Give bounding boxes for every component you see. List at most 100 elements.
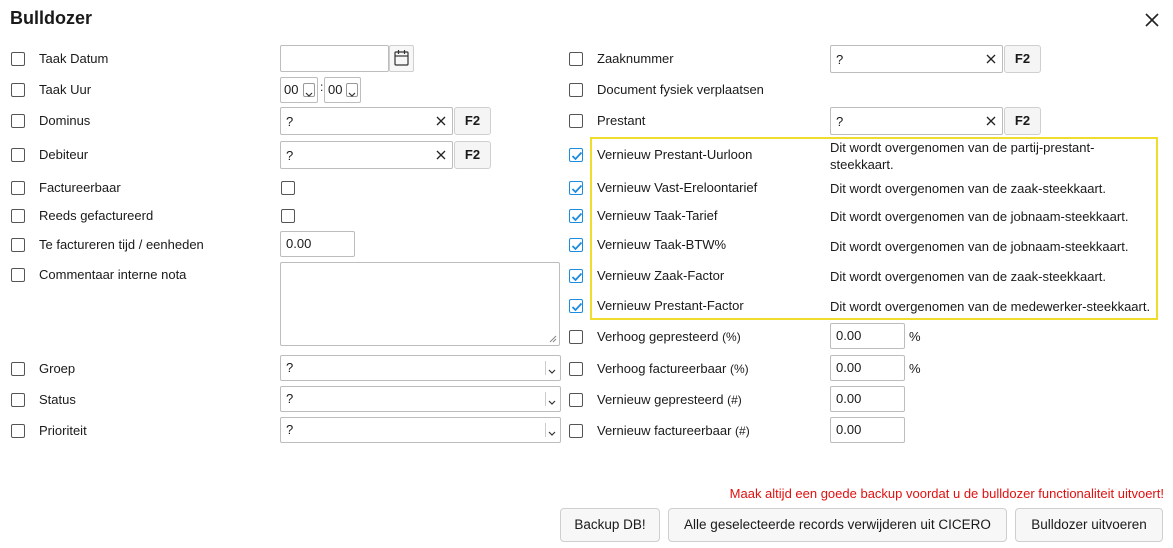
verhoog-factureerbaar-checkbox[interactable] bbox=[569, 362, 583, 376]
taak-datum-checkbox[interactable] bbox=[11, 52, 25, 66]
vernieuw-factureerbaar-input[interactable]: 0.00 bbox=[830, 417, 905, 443]
minute-value: 00 bbox=[328, 82, 343, 97]
label-text: Vernieuw gepresteerd bbox=[597, 392, 724, 407]
clear-icon[interactable] bbox=[434, 142, 448, 168]
calendar-button[interactable] bbox=[389, 45, 414, 72]
checkmark-icon bbox=[571, 302, 583, 312]
verhoog-gepresteerd-label: Verhoog gepresteerd (%) bbox=[597, 329, 741, 344]
te-factureren-label: Te factureren tijd / eenheden bbox=[39, 237, 204, 252]
verhoog-factureerbaar-input[interactable]: 0.00 bbox=[830, 355, 905, 381]
vernieuw-taak-btw-checkbox[interactable] bbox=[569, 238, 583, 252]
groep-value: ? bbox=[286, 360, 294, 375]
clear-icon[interactable] bbox=[984, 46, 998, 72]
label-suffix: (%) bbox=[722, 330, 741, 344]
debiteur-value: ? bbox=[286, 148, 294, 163]
te-factureren-input[interactable]: 0.00 bbox=[280, 231, 355, 257]
close-icon[interactable] bbox=[1142, 10, 1162, 30]
label-suffix: (%) bbox=[730, 362, 749, 376]
note-line-2: steekkaart. bbox=[830, 157, 894, 172]
resize-grip-icon[interactable] bbox=[549, 335, 557, 343]
vernieuw-gepresteerd-checkbox[interactable] bbox=[569, 393, 583, 407]
taak-uur-checkbox[interactable] bbox=[11, 83, 25, 97]
zaaknummer-checkbox[interactable] bbox=[569, 52, 583, 66]
vernieuw-factureerbaar-checkbox[interactable] bbox=[569, 424, 583, 438]
factureerbaar-checkbox[interactable] bbox=[11, 181, 25, 195]
clear-icon[interactable] bbox=[984, 108, 998, 134]
dominus-f2-button[interactable]: F2 bbox=[454, 107, 491, 135]
dominus-checkbox[interactable] bbox=[11, 114, 25, 128]
label-text: Verhoog factureerbaar bbox=[597, 361, 727, 376]
status-value: ? bbox=[286, 391, 294, 406]
checkmark-icon bbox=[571, 212, 583, 222]
prioriteit-value: ? bbox=[286, 422, 294, 437]
prioriteit-checkbox[interactable] bbox=[11, 424, 25, 438]
verhoog-gepresteerd-checkbox[interactable] bbox=[569, 330, 583, 344]
calendar-icon bbox=[394, 50, 409, 66]
prioriteit-select[interactable]: ? bbox=[280, 417, 561, 443]
vernieuw-prestant-uurloon-label: Vernieuw Prestant-Uurloon bbox=[597, 147, 753, 162]
commentaar-checkbox[interactable] bbox=[11, 268, 25, 282]
groep-checkbox[interactable] bbox=[11, 362, 25, 376]
debiteur-input[interactable]: ? bbox=[280, 141, 453, 169]
factureerbaar-value-checkbox[interactable] bbox=[281, 181, 295, 195]
bulldozer-execute-button[interactable]: Bulldozer uitvoeren bbox=[1015, 508, 1163, 542]
chevron-down-icon bbox=[346, 83, 358, 97]
vernieuw-factureerbaar-label: Vernieuw factureerbaar (#) bbox=[597, 423, 750, 438]
debiteur-f2-button[interactable]: F2 bbox=[454, 141, 491, 169]
note-line-1: Dit wordt overgenomen van de partij-pres… bbox=[830, 140, 1095, 155]
vernieuw-prestant-uurloon-note: Dit wordt overgenomen van de partij-pres… bbox=[830, 139, 1094, 173]
vernieuw-prestant-factor-checkbox[interactable] bbox=[569, 299, 583, 313]
prestant-input[interactable]: ? bbox=[830, 107, 1003, 135]
zaaknummer-f2-button[interactable]: F2 bbox=[1004, 45, 1041, 73]
commentaar-textarea[interactable] bbox=[280, 262, 560, 346]
debiteur-label: Debiteur bbox=[39, 147, 89, 162]
checkmark-icon bbox=[571, 272, 583, 282]
chevron-down-icon bbox=[545, 392, 558, 406]
vernieuw-zaak-factor-label: Vernieuw Zaak-Factor bbox=[597, 268, 725, 283]
delete-records-button[interactable]: Alle geselecteerde records verwijderen u… bbox=[668, 508, 1007, 542]
debiteur-checkbox[interactable] bbox=[11, 148, 25, 162]
vernieuw-prestant-factor-note: Dit wordt overgenomen van de medewerker-… bbox=[830, 299, 1151, 314]
vernieuw-taak-tarief-checkbox[interactable] bbox=[569, 209, 583, 223]
taak-uur-hour-select[interactable]: 00 bbox=[280, 77, 318, 103]
vernieuw-vast-ereloontarief-note: Dit wordt overgenomen van de zaak-steekk… bbox=[830, 181, 1107, 196]
vernieuw-prestant-factor-label: Vernieuw Prestant-Factor bbox=[597, 298, 744, 313]
taak-uur-minute-select[interactable]: 00 bbox=[324, 77, 361, 103]
vernieuw-gepresteerd-input[interactable]: 0.00 bbox=[830, 386, 905, 412]
verhoog-gepresteerd-input[interactable]: 0.00 bbox=[830, 323, 905, 349]
commentaar-label: Commentaar interne nota bbox=[39, 267, 187, 282]
taak-datum-label: Taak Datum bbox=[39, 51, 109, 66]
vernieuw-taak-tarief-note: Dit wordt overgenomen van de jobnaam-ste… bbox=[830, 209, 1129, 224]
groep-label: Groep bbox=[39, 361, 76, 376]
vernieuw-prestant-uurloon-checkbox[interactable] bbox=[569, 148, 583, 162]
prioriteit-label: Prioriteit bbox=[39, 423, 87, 438]
reeds-gefactureerd-value-checkbox[interactable] bbox=[281, 209, 295, 223]
label-text: Vernieuw factureerbaar bbox=[597, 423, 732, 438]
vernieuw-vast-ereloontarief-checkbox[interactable] bbox=[569, 181, 583, 195]
label-text: Verhoog gepresteerd bbox=[597, 329, 719, 344]
document-fysiek-checkbox[interactable] bbox=[569, 83, 583, 97]
groep-select[interactable]: ? bbox=[280, 355, 561, 381]
reeds-gefactureerd-checkbox[interactable] bbox=[11, 209, 25, 223]
status-select[interactable]: ? bbox=[280, 386, 561, 412]
zaaknummer-input[interactable]: ? bbox=[830, 45, 1003, 73]
reeds-gefactureerd-label: Reeds gefactureerd bbox=[39, 208, 154, 223]
te-factureren-checkbox[interactable] bbox=[11, 238, 25, 252]
taak-uur-label: Taak Uur bbox=[39, 82, 92, 97]
dominus-label: Dominus bbox=[39, 113, 91, 128]
prestant-checkbox[interactable] bbox=[569, 114, 583, 128]
vernieuw-zaak-factor-checkbox[interactable] bbox=[569, 269, 583, 283]
clear-icon[interactable] bbox=[434, 108, 448, 134]
prestant-label: Prestant bbox=[597, 113, 646, 128]
checkmark-icon bbox=[571, 184, 583, 194]
percent-unit: % bbox=[909, 361, 921, 376]
status-checkbox[interactable] bbox=[11, 393, 25, 407]
dominus-input[interactable]: ? bbox=[280, 107, 453, 135]
vernieuw-taak-btw-label: Vernieuw Taak-BTW% bbox=[597, 237, 727, 252]
backup-db-button[interactable]: Backup DB! bbox=[560, 508, 660, 542]
vernieuw-zaak-factor-note: Dit wordt overgenomen van de zaak-steekk… bbox=[830, 269, 1107, 284]
prestant-f2-button[interactable]: F2 bbox=[1004, 107, 1041, 135]
vernieuw-vast-ereloontarief-label: Vernieuw Vast-Ereloontarief bbox=[597, 180, 758, 195]
taak-datum-input[interactable] bbox=[280, 45, 389, 72]
vernieuw-gepresteerd-label: Vernieuw gepresteerd (#) bbox=[597, 392, 742, 407]
